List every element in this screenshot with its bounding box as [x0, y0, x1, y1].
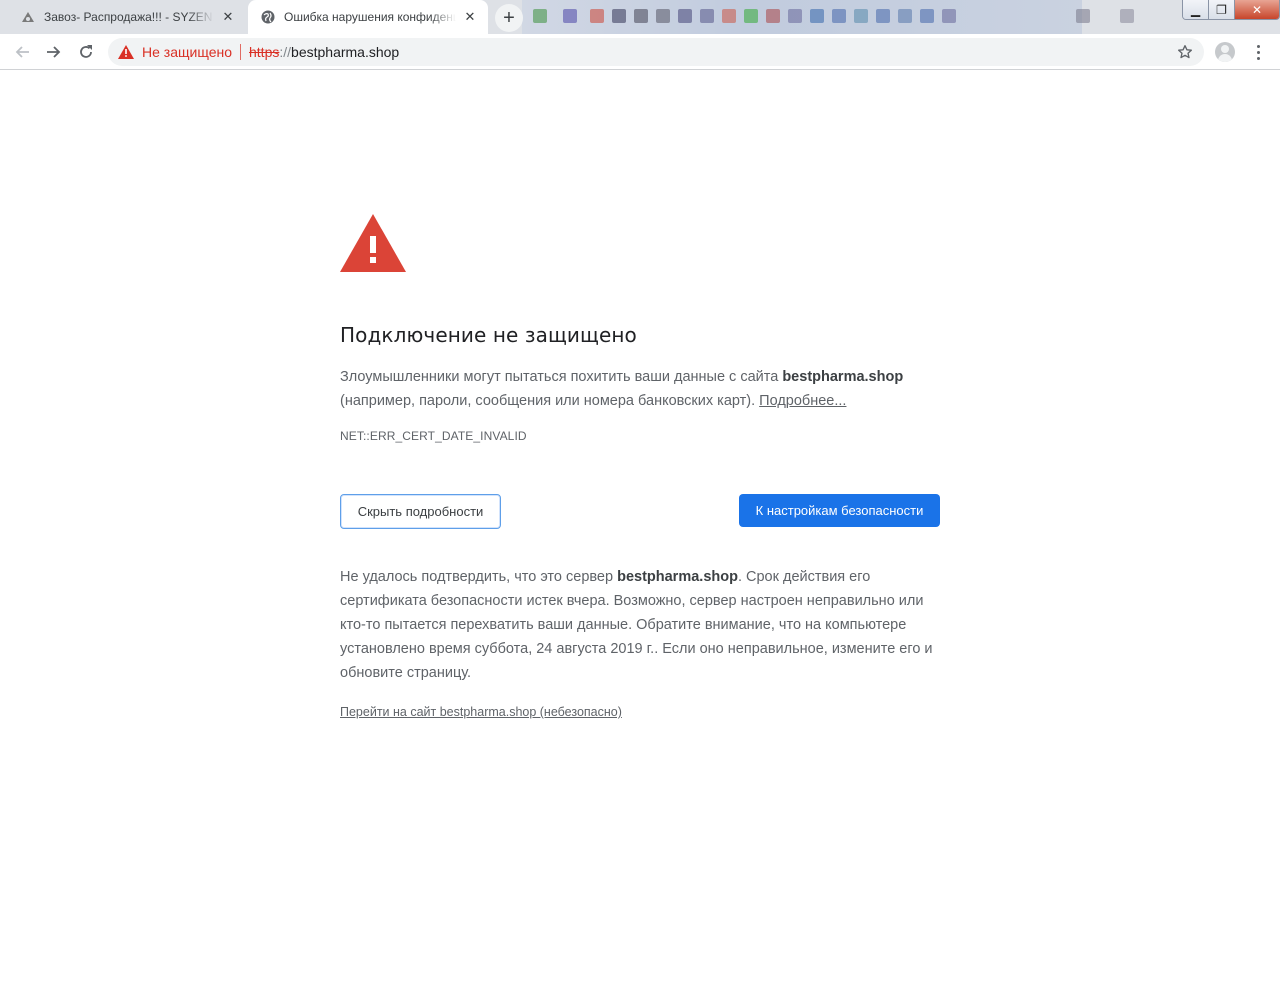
maximize-button[interactable]: ❐ [1209, 0, 1235, 19]
message-text: (например, пароли, сообщения или номера … [340, 393, 760, 409]
close-tab-icon[interactable]: ✕ [462, 9, 478, 25]
star-icon[interactable] [1176, 43, 1194, 61]
site-favicon-icon [20, 9, 36, 25]
avatar-icon[interactable] [1215, 42, 1235, 62]
error-code: NET::ERR_CERT_DATE_INVALID [340, 429, 527, 443]
taskbar-app-icon [590, 9, 604, 23]
minimize-button[interactable]: ▁ [1183, 0, 1209, 19]
domain-name: bestpharma.shop [782, 369, 904, 385]
arrow-right-icon [47, 46, 61, 58]
details-message: Не удалось подтвердить, что это сервер b… [340, 565, 940, 685]
domain-name: bestpharma.shop [617, 569, 738, 585]
interstitial-container: Подключение не защищено Злоумышленники м… [340, 214, 940, 721]
tab-strip: Завоз- Распродажа!!! - SYZEN.BY ✕ Ошибка… [0, 0, 1280, 34]
message-text: Злоумышленники могут пытаться похитить в… [340, 369, 783, 385]
taskbar-app-icon [612, 9, 626, 23]
reload-icon [80, 45, 92, 58]
taskbar-app-icon [678, 9, 692, 23]
button-row: Скрыть подробности К настройкам безопасн… [340, 494, 940, 530]
close-window-button[interactable]: ✕ [1235, 0, 1279, 19]
learn-more-link[interactable]: Подробнее... [759, 393, 846, 409]
taskbar-app-icon [563, 9, 577, 23]
taskbar-app-icon [1120, 9, 1134, 23]
tab-privacy-error[interactable]: Ошибка нарушения конфиденциальности ✕ [248, 0, 488, 34]
taskbar-app-icon [854, 9, 868, 23]
kebab-menu-icon[interactable] [1248, 42, 1268, 62]
divider [240, 44, 241, 60]
taskbar-app-icon [832, 9, 846, 23]
forward-button[interactable] [40, 38, 68, 66]
close-tab-icon[interactable]: ✕ [220, 9, 236, 25]
globe-icon [260, 9, 276, 25]
url-scheme: https [249, 44, 280, 60]
new-tab-button[interactable]: + [495, 4, 523, 32]
details-text: Не удалось подтвердить, что это сервер [340, 569, 618, 585]
back-button[interactable] [8, 38, 36, 66]
url-slashes: :// [279, 44, 292, 60]
tab-title: Ошибка нарушения конфиденциальности [284, 10, 456, 24]
taskbar-app-icon [898, 9, 912, 23]
taskbar-app-icon [700, 9, 714, 23]
arrow-left-icon [15, 46, 29, 58]
tab-title: Завоз- Распродажа!!! - SYZEN.BY [44, 10, 214, 24]
back-to-safety-button[interactable]: К настройкам безопасности [739, 494, 940, 527]
proceed-unsafe-link[interactable]: Перейти на сайт bestpharma.shop (небезоп… [340, 705, 622, 719]
tab-syzen[interactable]: Завоз- Распродажа!!! - SYZEN.BY ✕ [8, 0, 246, 34]
main-message: Злоумышленники могут пытаться похитить в… [340, 365, 940, 413]
taskbar-app-icon [1076, 9, 1090, 23]
taskbar-app-icon [634, 9, 648, 23]
not-secure-label[interactable]: Не защищено [142, 44, 232, 60]
browser-toolbar: Не защищено https://bestpharma.shop [0, 34, 1280, 70]
details-text: . Срок действия его сертификата безопасн… [340, 569, 933, 681]
reload-button[interactable] [72, 38, 100, 66]
taskbar-overlay [522, 0, 1082, 34]
hide-details-button[interactable]: Скрыть подробности [340, 494, 501, 529]
taskbar-app-icon [876, 9, 890, 23]
taskbar-app-icon [942, 9, 956, 23]
taskbar-app-icon [722, 9, 736, 23]
window-controls: ▁ ❐ ✕ [1182, 0, 1280, 20]
taskbar-app-icon [533, 9, 547, 23]
taskbar-app-icon [810, 9, 824, 23]
taskbar-app-icon [920, 9, 934, 23]
taskbar-app-icon [766, 9, 780, 23]
warning-triangle-icon[interactable] [118, 44, 134, 60]
url-host: bestpharma.shop [291, 44, 400, 60]
taskbar-app-icon [744, 9, 758, 23]
warning-triangle-icon [340, 214, 406, 272]
address-bar[interactable]: Не защищено https://bestpharma.shop [108, 38, 1204, 66]
taskbar-app-icon [788, 9, 802, 23]
page-title: Подключение не защищено [340, 323, 637, 347]
taskbar-app-icon [656, 9, 670, 23]
